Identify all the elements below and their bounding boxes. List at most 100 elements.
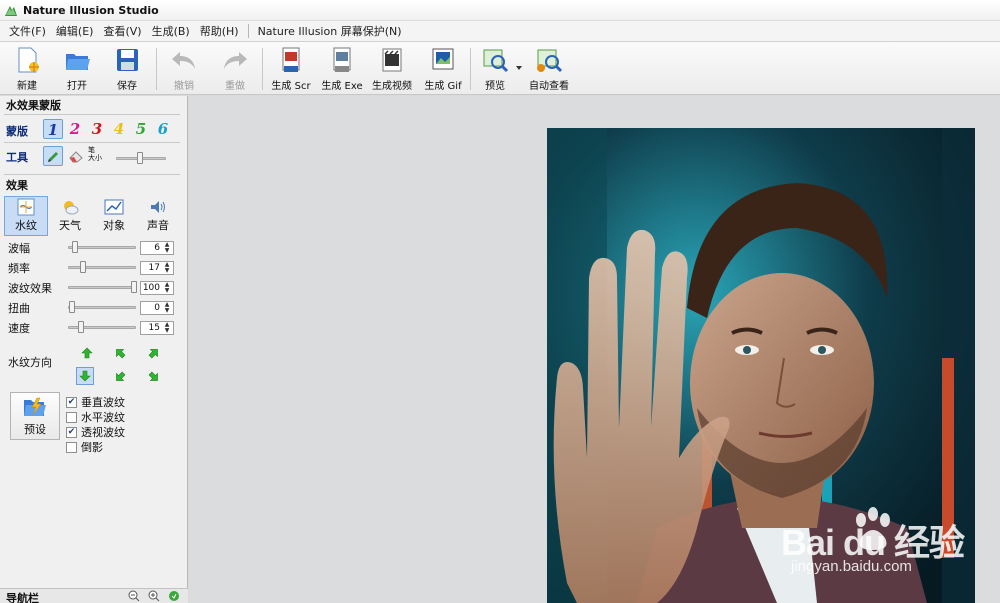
checkbox[interactable]: ✔ <box>66 396 77 408</box>
tab-ripple-label: 水纹 <box>15 219 37 232</box>
pencil-icon <box>48 152 58 162</box>
tab-ripple[interactable]: 水纹 <box>4 196 48 236</box>
eraser-icon[interactable] <box>68 149 84 163</box>
generate-gif-button[interactable]: 生成 Gif <box>420 46 466 92</box>
canvas-area[interactable]: Bai du 经验 jingyan.baidu.com <box>189 96 1000 603</box>
spin-arrows-icon[interactable]: ▲ ▼ <box>163 262 171 274</box>
param-label: 速度 <box>8 322 30 335</box>
tab-object[interactable]: 对象 <box>92 196 136 236</box>
fit-to-window-icon[interactable] <box>168 590 180 602</box>
preview-button[interactable]: 预览 <box>472 46 518 92</box>
spin-arrows-icon[interactable]: ▲ ▼ <box>163 322 171 334</box>
save-button[interactable]: 保存 <box>104 46 150 92</box>
checkbox-row[interactable]: ✔ 垂直波纹 <box>66 394 125 410</box>
mask-1-button[interactable]: 1 <box>43 119 63 139</box>
screensaver-file-icon <box>282 47 300 72</box>
tab-weather[interactable]: 天气 <box>48 196 92 236</box>
brush-size-slider[interactable] <box>116 152 166 164</box>
mask-5-button[interactable]: 5 <box>131 119 151 139</box>
undo-arrow-icon <box>172 52 195 69</box>
param-slider[interactable] <box>68 241 136 253</box>
redo-button[interactable]: 重做 <box>212 46 258 92</box>
direction-up-right-arrow-icon[interactable] <box>145 344 163 362</box>
param-slider[interactable] <box>68 281 137 293</box>
title-bar: Nature Illusion Studio <box>0 0 1000 21</box>
menu-help[interactable]: 帮助(H) <box>195 23 244 39</box>
param-spinbox[interactable]: 15 ▲ ▼ <box>140 321 174 335</box>
preset-button[interactable]: 预设 <box>10 392 60 440</box>
tab-weather-label: 天气 <box>59 219 81 232</box>
tab-object-label: 对象 <box>103 219 125 232</box>
mask-4-button[interactable]: 4 <box>109 119 129 139</box>
spin-arrows-icon[interactable]: ▲ ▼ <box>163 242 171 254</box>
checkbox[interactable]: ✔ <box>66 426 77 438</box>
generate-video-button[interactable]: 生成视频 <box>369 46 415 92</box>
object-chart-icon <box>104 199 124 215</box>
open-folder-icon <box>66 54 90 70</box>
mask-2-button[interactable]: 2 <box>65 119 85 139</box>
menu-view[interactable]: 查看(V) <box>98 23 146 39</box>
baidu-watermark: Bai du 经验 jingyan.baidu.com <box>773 496 973 576</box>
checkbox-row[interactable]: 倒影 <box>66 439 103 455</box>
tool-label: 工具 <box>6 151 28 164</box>
menu-edit[interactable]: 编辑(E) <box>51 23 99 39</box>
menu-build[interactable]: 生成(B) <box>147 23 195 39</box>
checkbox[interactable] <box>66 411 77 423</box>
mask-3-button[interactable]: 3 <box>87 119 107 139</box>
tab-sound[interactable]: 声音 <box>136 196 180 236</box>
ripple-icon <box>17 198 35 216</box>
checkbox-row[interactable]: ✔ 透视波纹 <box>66 424 125 440</box>
param-spinbox[interactable]: 6 ▲ ▼ <box>140 241 174 255</box>
generate-scr-label: 生成 Scr <box>271 81 311 92</box>
brush-size-slider-thumb[interactable] <box>137 152 143 164</box>
generate-exe-button[interactable]: 生成 Exe <box>319 46 365 92</box>
param-slider[interactable] <box>68 301 136 313</box>
param-spinbox[interactable]: 100 ▲ ▼ <box>140 281 174 295</box>
param-slider[interactable] <box>68 321 136 333</box>
param-spinbox[interactable]: 17 ▲ ▼ <box>140 261 174 275</box>
video-clapper-icon <box>382 48 402 72</box>
menu-screensaver[interactable]: Nature Illusion 屏幕保护(N) <box>253 23 407 39</box>
param-spinbox[interactable]: 0 ▲ ▼ <box>140 301 174 315</box>
mask-label: 蒙版 <box>6 125 28 138</box>
undo-button[interactable]: 撤销 <box>161 46 207 92</box>
param-slider-thumb[interactable] <box>72 241 79 253</box>
new-document-icon <box>18 47 39 73</box>
param-slider-thumb[interactable] <box>69 301 75 313</box>
direction-down-right-arrow-icon[interactable] <box>145 368 163 386</box>
spin-arrows-icon[interactable]: ▲ ▼ <box>163 302 171 314</box>
param-slider-thumb[interactable] <box>131 281 137 293</box>
new-button[interactable]: 新建 <box>4 46 50 92</box>
toolbar-separator <box>470 48 471 90</box>
open-button[interactable]: 打开 <box>54 46 100 92</box>
direction-up-left-arrow-icon[interactable] <box>111 344 129 362</box>
preview-photo[interactable]: Bai du 经验 jingyan.baidu.com <box>547 128 975 603</box>
generate-scr-button[interactable]: 生成 Scr <box>268 46 314 92</box>
direction-up-arrow-icon[interactable] <box>78 344 96 362</box>
param-slider-thumb[interactable] <box>78 321 85 333</box>
mask-section-title: 水效果蒙版 <box>6 99 61 112</box>
auto-view-button[interactable]: 自动查看 <box>526 46 572 92</box>
param-value: 100 <box>142 283 160 293</box>
checkbox[interactable] <box>66 441 77 453</box>
direction-down-left-arrow-icon[interactable] <box>111 368 129 386</box>
pencil-tool-button[interactable] <box>43 146 63 166</box>
preview-dropdown-arrow-icon[interactable] <box>516 66 522 70</box>
generate-gif-label: 生成 Gif <box>424 81 462 92</box>
executable-file-icon <box>333 47 351 72</box>
zoom-out-icon[interactable] <box>128 590 140 602</box>
param-value: 15 <box>148 323 160 333</box>
preset-label: 预设 <box>24 423 46 436</box>
param-value: 17 <box>148 263 160 273</box>
spin-arrows-icon[interactable]: ▲ ▼ <box>163 282 171 294</box>
checkbox-row[interactable]: 水平波纹 <box>66 409 125 425</box>
effects-section-title: 效果 <box>6 179 28 192</box>
direction-down-arrow-icon[interactable] <box>76 367 94 385</box>
zoom-in-icon[interactable] <box>148 590 160 602</box>
menu-file[interactable]: 文件(F) <box>4 23 51 39</box>
menu-separator <box>247 24 249 38</box>
param-slider[interactable] <box>68 261 136 273</box>
param-slider-thumb[interactable] <box>79 261 86 273</box>
mask-6-button[interactable]: 6 <box>153 119 173 139</box>
open-label: 打开 <box>67 81 87 92</box>
